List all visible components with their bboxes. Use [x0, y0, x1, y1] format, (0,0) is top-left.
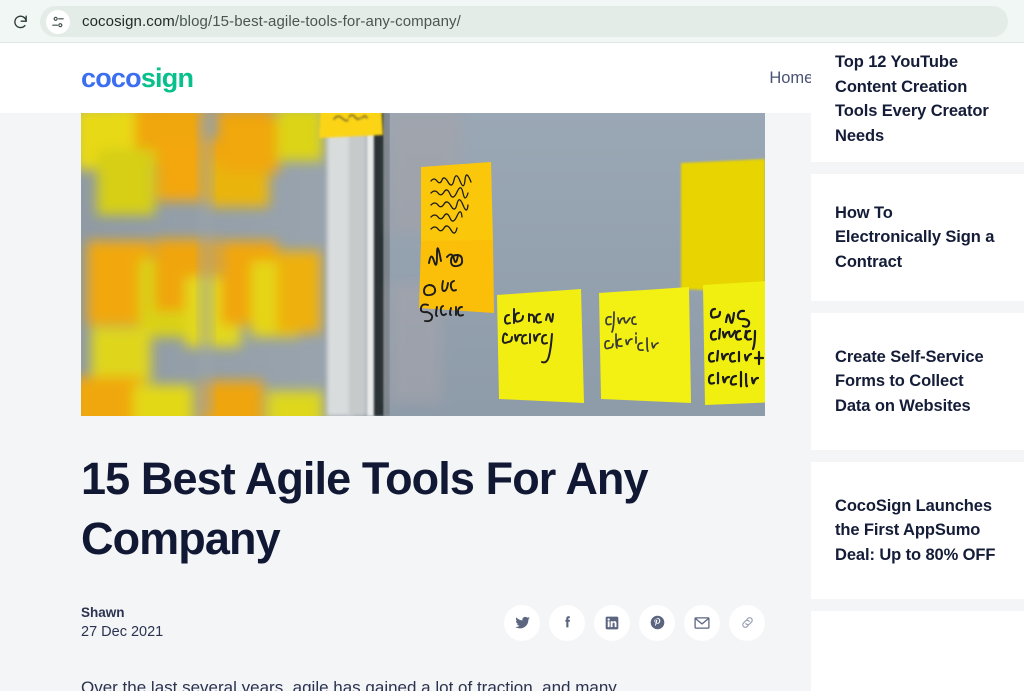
article-date: 27 Dec 2021 [81, 624, 164, 641]
nav-item-home[interactable]: Home [769, 69, 813, 88]
email-icon [694, 617, 710, 629]
article-hero-image [81, 113, 765, 416]
url-host: cocosign.com [82, 13, 175, 30]
share-buttons [504, 604, 765, 641]
site-settings-sliders-icon [52, 16, 64, 27]
hero-sticky-notes-photo [81, 113, 765, 416]
sidebar-card-2[interactable]: Create Self-Service Forms to Collect Dat… [811, 313, 1024, 450]
sidebar-related-posts: Top 12 YouTube Content Creation Tools Ev… [811, 43, 1024, 691]
pinterest-icon [650, 616, 664, 630]
reload-button[interactable] [5, 6, 35, 36]
share-linkedin-button[interactable] [594, 604, 630, 641]
sidebar-card-2-title: Create Self-Service Forms to Collect Dat… [835, 347, 984, 415]
share-facebook-button[interactable] [549, 604, 585, 641]
link-icon [741, 617, 753, 629]
article: 15 Best Agile Tools For Any Company Shaw… [81, 113, 765, 691]
nav-item-home-label: Home [769, 68, 814, 87]
article-byline-row: Shawn 27 Dec 2021 [81, 603, 765, 644]
sidebar-card-4[interactable] [811, 611, 1024, 691]
browser-toolbar: cocosign.com/blog/15-best-agile-tools-fo… [0, 0, 1024, 43]
logo-text-coco: coco [81, 62, 142, 93]
sidebar-card-3-title: CocoSign Launches the First AppSumo Deal… [835, 496, 996, 564]
sidebar-card-0[interactable]: Top 12 YouTube Content Creation Tools Ev… [811, 43, 1024, 162]
article-title: 15 Best Agile Tools For Any Company [81, 453, 649, 564]
address-bar[interactable]: cocosign.com/blog/15-best-agile-tools-fo… [40, 6, 1008, 37]
url-path: /blog/15-best-agile-tools-for-any-compan… [174, 13, 461, 30]
article-body-paragraph: Over the last several years, agile has g… [81, 678, 617, 691]
twitter-icon [514, 617, 530, 629]
address-bar-url[interactable]: cocosign.com/blog/15-best-agile-tools-fo… [82, 13, 461, 30]
facebook-icon [564, 616, 570, 628]
sidebar-card-1[interactable]: How To Electronically Sign a Contract [811, 174, 1024, 301]
sidebar-card-0-title: Top 12 YouTube Content Creation Tools Ev… [835, 53, 989, 145]
article-author: Shawn [81, 604, 125, 620]
page-content: cocosign Home Electronic Signature [0, 43, 1024, 691]
share-pinterest-button[interactable] [639, 604, 675, 641]
linkedin-icon [605, 616, 619, 630]
byline: Shawn 27 Dec 2021 [81, 603, 163, 644]
reload-icon [13, 15, 27, 28]
sidebar-card-1-title: How To Electronically Sign a Contract [835, 203, 995, 271]
site-logo[interactable]: cocosign [81, 62, 194, 94]
share-email-button[interactable] [684, 604, 720, 641]
site-settings-button[interactable] [46, 9, 70, 34]
share-twitter-button[interactable] [504, 604, 540, 641]
logo-text-sign: sign [140, 62, 194, 93]
copy-link-button[interactable] [729, 604, 765, 641]
sidebar-card-3[interactable]: CocoSign Launches the First AppSumo Deal… [811, 462, 1024, 599]
